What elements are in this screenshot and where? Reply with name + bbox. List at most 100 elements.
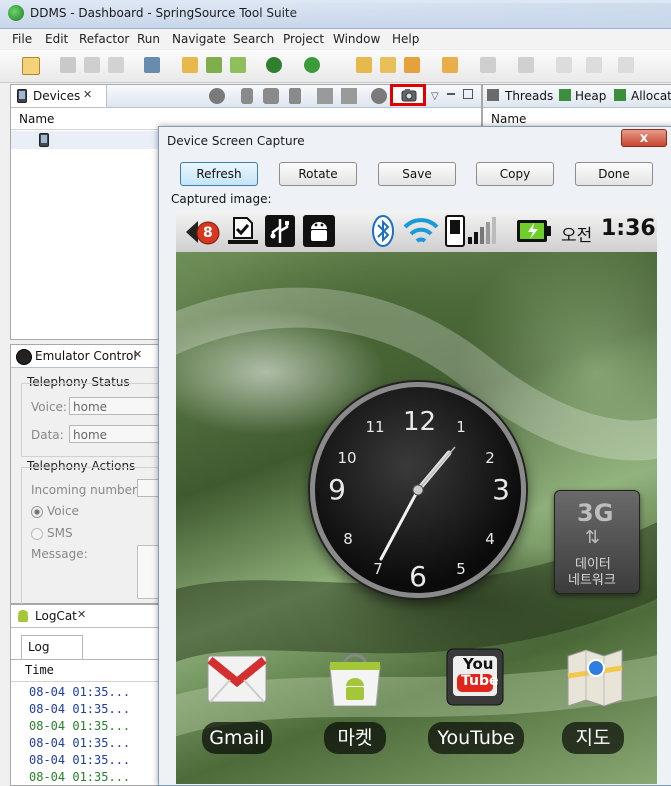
android-icon [18, 610, 28, 622]
name-column-header[interactable]: Name [19, 112, 54, 126]
new-java-icon[interactable] [206, 57, 222, 73]
incoming-number-label: Incoming number: [31, 483, 141, 497]
tab-devices[interactable]: Devices ✕ [11, 85, 107, 107]
update-heap-icon[interactable] [241, 88, 253, 104]
data-network-widget[interactable]: 3G ⇅ 데이터 네트워크 [554, 490, 640, 594]
devices-tab-label: Devices [33, 89, 81, 103]
market-icon[interactable] [324, 644, 386, 706]
sms-radio[interactable] [31, 528, 43, 540]
clock-hands [379, 446, 456, 561]
logcat-view: LogCat ✕ Log Time 08-04 01:35... 08-04 0… [10, 604, 160, 786]
refresh-button[interactable]: Refresh [180, 162, 258, 186]
tools-icon[interactable] [404, 57, 420, 73]
run-icon[interactable] [304, 57, 320, 73]
next-annotation-icon[interactable] [480, 57, 496, 73]
time-column-header[interactable]: Time [25, 663, 54, 677]
tab-log[interactable]: Log [21, 635, 83, 660]
update-threads-icon[interactable] [317, 88, 333, 104]
telephony-status-group [21, 383, 173, 457]
emulator-tab-bar: Emulator Control ✕ [11, 345, 159, 368]
download-icon[interactable] [144, 57, 160, 73]
close-icon[interactable]: ✕ [133, 348, 142, 361]
menu-navigate[interactable]: Navigate [172, 32, 226, 46]
app-label-youtube[interactable]: YouTube [428, 722, 524, 754]
tab-allocation[interactable]: Allocatio [631, 89, 671, 103]
gmail-icon[interactable] [206, 648, 268, 710]
open-project-icon[interactable] [182, 57, 198, 73]
data-arrows-icon: ⇅ [585, 527, 601, 548]
emulator-tab-label[interactable]: Emulator Control [35, 349, 137, 363]
download-complete-icon [228, 217, 258, 244]
app-label-gmail[interactable]: Gmail [202, 722, 272, 754]
usb-debugging-icon [303, 215, 335, 247]
widget-3g-label: 3G [577, 499, 614, 527]
back-arrow-icon[interactable] [586, 57, 602, 73]
minimize-icon[interactable] [447, 93, 455, 95]
name-column-header[interactable]: Name [491, 112, 526, 126]
save-icon[interactable] [60, 57, 76, 73]
app-logo-icon [8, 5, 24, 21]
new-class-icon[interactable] [230, 57, 246, 73]
wifi-icon [403, 218, 439, 243]
dump-hprof-icon[interactable] [263, 88, 279, 104]
maps-icon[interactable] [564, 646, 626, 708]
log-tab-label: Log [28, 640, 50, 654]
status-time: 1:36 [601, 216, 656, 241]
tab-threads[interactable]: Threads [505, 89, 553, 103]
stop-process-icon[interactable] [371, 88, 387, 104]
back-icon[interactable] [556, 57, 572, 73]
main-toolbar [0, 50, 671, 83]
menu-window[interactable]: Window [333, 32, 380, 46]
menu-file[interactable]: File [12, 32, 32, 46]
menu-edit[interactable]: Edit [45, 32, 68, 46]
voice-radio-label: Voice [47, 504, 79, 518]
save-all-icon[interactable] [84, 57, 100, 73]
save-button[interactable]: Save [378, 162, 456, 186]
open-type-icon[interactable] [356, 57, 372, 73]
menu-refactor[interactable]: Refactor [79, 32, 129, 46]
logcat-tab-label[interactable]: LogCat [35, 609, 77, 623]
dialog-close-button[interactable]: x [621, 129, 667, 147]
debug-icon[interactable] [209, 88, 225, 104]
data-label: Data: [31, 428, 64, 442]
dialog-title: Device Screen Capture [167, 134, 305, 148]
tab-heap[interactable]: Heap [575, 89, 606, 103]
method-profiling-icon[interactable] [341, 88, 357, 104]
voice-select[interactable]: home [69, 397, 161, 415]
log-row[interactable]: 08-04 01:35... [29, 770, 130, 784]
app-label-market[interactable]: 마켓 [324, 722, 386, 754]
usb-icon [265, 215, 295, 247]
done-button[interactable]: Done [575, 162, 653, 186]
close-icon[interactable]: ✕ [83, 88, 92, 101]
log-row[interactable]: 08-04 01:35... [29, 753, 130, 767]
data-select[interactable]: home [69, 425, 161, 443]
incoming-number-input[interactable] [137, 479, 159, 497]
menu-search[interactable]: Search [233, 32, 274, 46]
close-icon[interactable]: ✕ [77, 608, 86, 621]
open-folder-icon[interactable] [380, 57, 396, 73]
search-icon[interactable] [442, 57, 458, 73]
log-row[interactable]: 08-04 01:35... [29, 685, 130, 699]
ampm-label: 오전 [561, 226, 593, 246]
log-row[interactable]: 08-04 01:35... [29, 719, 130, 733]
forward-arrow-icon[interactable] [618, 57, 634, 73]
sms-radio-label: SMS [47, 526, 73, 540]
copy-button[interactable]: Copy [476, 162, 554, 186]
cause-gc-icon[interactable] [289, 88, 301, 104]
analog-clock-widget[interactable]: 12 1 2 3 4 5 6 7 8 9 10 11 [310, 382, 526, 598]
spring-icon[interactable] [266, 57, 282, 73]
menu-run[interactable]: Run [137, 32, 160, 46]
menu-project[interactable]: Project [283, 32, 324, 46]
voice-radio[interactable] [31, 506, 43, 518]
menu-help[interactable]: Help [392, 32, 419, 46]
print-icon[interactable] [108, 57, 124, 73]
prev-annotation-icon[interactable] [518, 57, 534, 73]
screen-capture-button[interactable] [390, 84, 426, 106]
log-row[interactable]: 08-04 01:35... [29, 736, 130, 750]
view-menu-icon[interactable]: ▽ [431, 91, 439, 102]
log-row[interactable]: 08-04 01:35... [29, 702, 130, 716]
rotate-button[interactable]: Rotate [279, 162, 357, 186]
app-label-maps[interactable]: 지도 [562, 722, 624, 754]
new-icon[interactable] [22, 57, 40, 75]
maximize-icon[interactable] [463, 89, 473, 99]
